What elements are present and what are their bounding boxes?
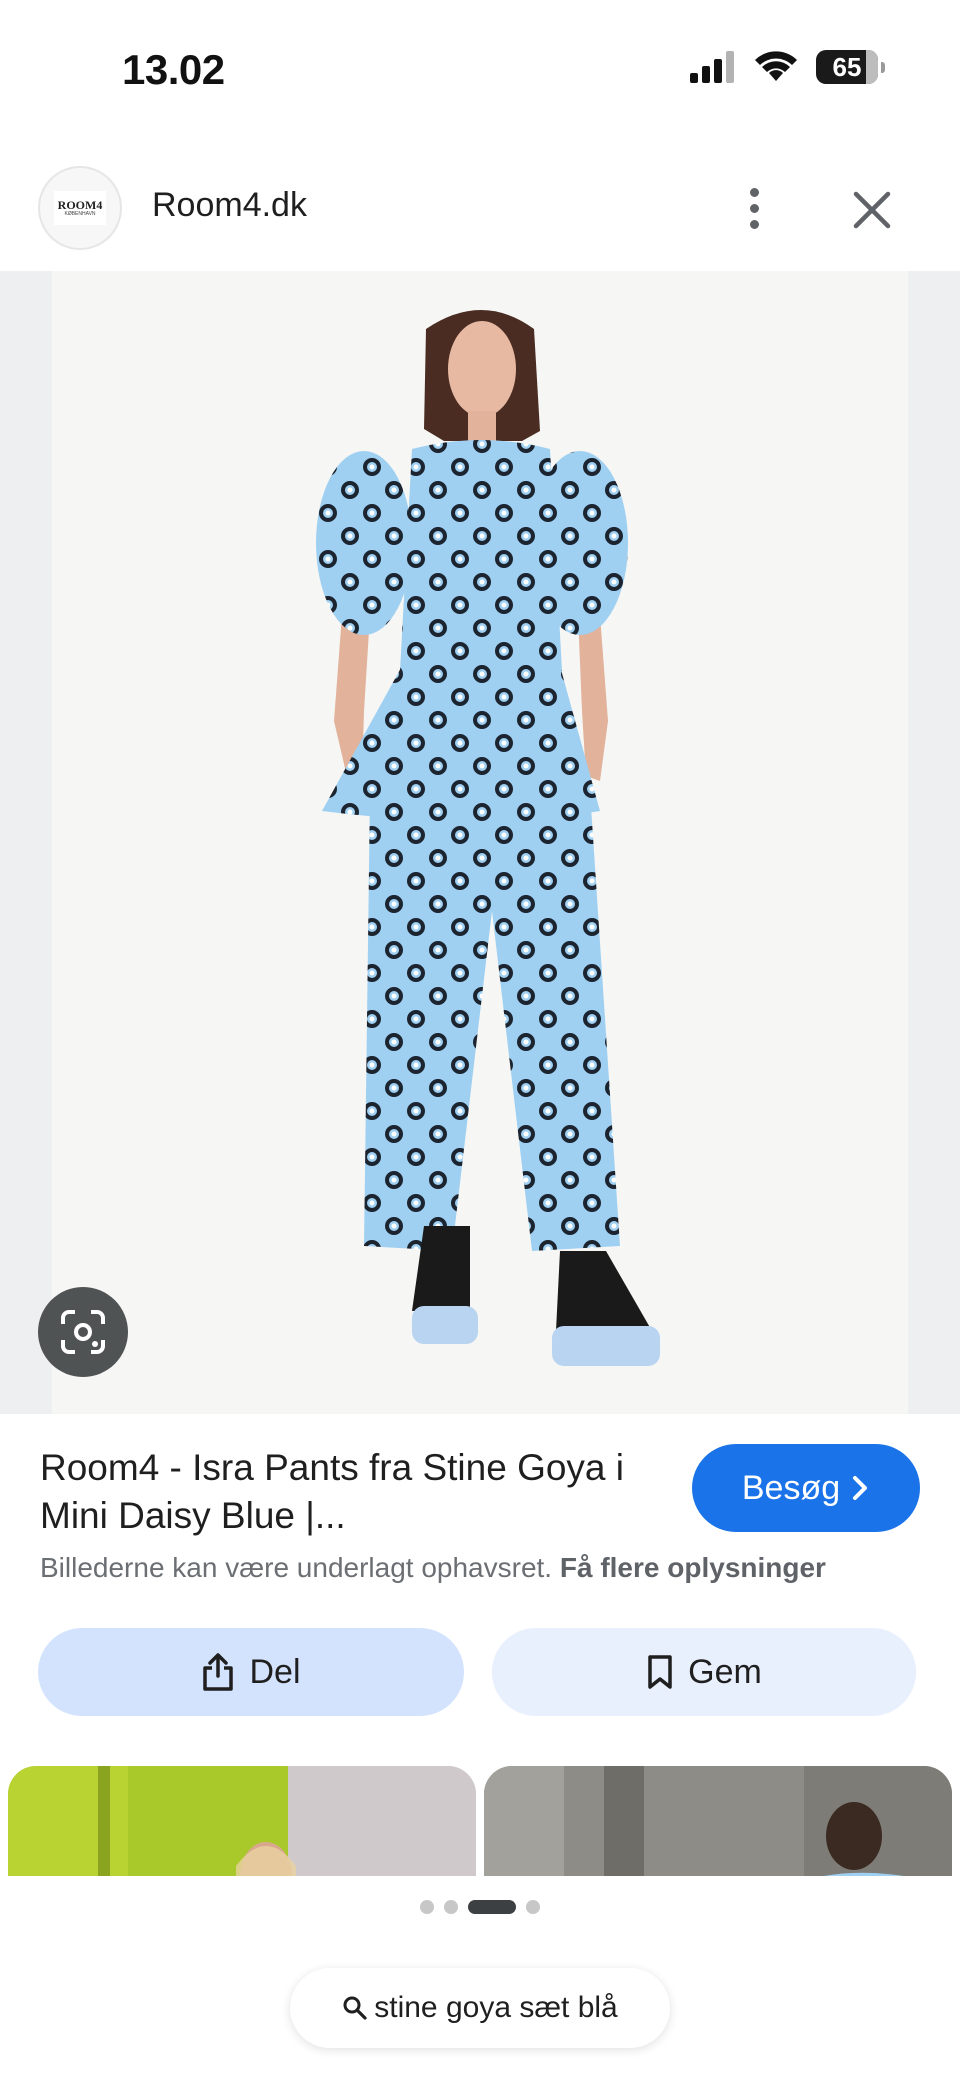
bottom-sheet: stine goya sæt blå — [0, 1876, 960, 2081]
copyright-text: Billederne kan være underlagt ophavsret. — [40, 1552, 553, 1583]
status-bar: 13.02 65 — [0, 0, 960, 140]
related-result-card[interactable] — [8, 1766, 476, 1876]
result-info: Room4 - Isra Pants fra Stine Goya i Mini… — [0, 1414, 960, 1614]
source-logo-text: ROOM4 — [57, 198, 103, 212]
wifi-icon — [755, 51, 797, 81]
related-result-image — [484, 1766, 952, 1876]
page-dot-active[interactable] — [468, 1900, 516, 1914]
battery-level: 65 — [832, 51, 862, 82]
chevron-right-icon — [853, 1476, 868, 1500]
share-button-label: Del — [249, 1652, 301, 1691]
related-results — [0, 1766, 960, 1876]
page-indicator — [0, 1900, 960, 1914]
bookmark-icon — [648, 1655, 672, 1689]
source-name[interactable]: Room4.dk — [152, 186, 307, 225]
more-vert-icon[interactable] — [734, 178, 774, 238]
result-title[interactable]: Room4 - Isra Pants fra Stine Goya i Mini… — [40, 1444, 660, 1540]
share-button[interactable]: Del — [38, 1628, 464, 1716]
page-dot[interactable] — [420, 1900, 434, 1914]
share-icon — [203, 1653, 234, 1691]
related-result-image — [8, 1766, 476, 1876]
visit-button-label: Besøg — [741, 1468, 841, 1507]
search-query-pill[interactable]: stine goya sæt blå — [290, 1968, 670, 2048]
status-icons: 65 — [690, 50, 885, 84]
copyright-notice: Billederne kan være underlagt ophavsret.… — [40, 1552, 826, 1584]
more-info-link[interactable]: Få flere oplysninger — [560, 1552, 826, 1583]
source-header: ROOM4 KØBENHAVN Room4.dk — [0, 160, 960, 270]
google-lens-button[interactable] — [38, 1287, 128, 1377]
search-icon — [343, 1996, 367, 2020]
visit-button[interactable]: Besøg — [692, 1444, 920, 1532]
action-buttons: Del Gem — [0, 1628, 960, 1718]
source-logo[interactable]: ROOM4 KØBENHAVN — [38, 166, 122, 250]
google-lens-icon — [61, 1310, 105, 1354]
page-dot[interactable] — [444, 1900, 458, 1914]
related-result-card[interactable] — [484, 1766, 952, 1876]
save-button-label: Gem — [688, 1652, 762, 1691]
battery-icon: 65 — [816, 50, 885, 84]
product-image[interactable] — [52, 271, 908, 1414]
source-logo-subtext: KØBENHAVN — [64, 211, 96, 217]
close-icon[interactable] — [846, 184, 898, 236]
search-query-text: stine goya sæt blå — [374, 1991, 618, 2024]
cellular-signal-icon — [690, 51, 734, 83]
image-preview[interactable] — [0, 271, 960, 1414]
status-time: 13.02 — [122, 46, 225, 93]
save-button[interactable]: Gem — [492, 1628, 916, 1716]
model-illustration — [316, 310, 660, 1366]
page-dot[interactable] — [526, 1900, 540, 1914]
